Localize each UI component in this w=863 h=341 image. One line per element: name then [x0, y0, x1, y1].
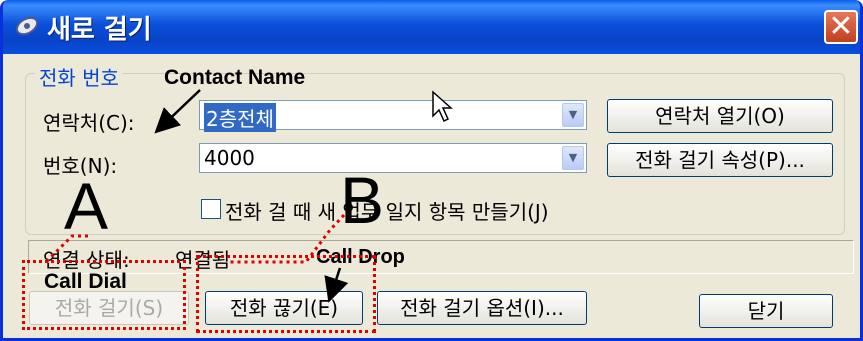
- call-drop-highlight: [196, 255, 376, 333]
- window-title: 새로 걸기: [47, 15, 152, 45]
- close-button[interactable]: 닫기: [699, 294, 833, 328]
- dialing-options-button[interactable]: 전화 걸기 옵션(I)...: [377, 291, 587, 325]
- annotation-letter-b: B: [340, 163, 385, 237]
- journal-checkbox-label: 전화 걸 때 새 업무 일지 항목 만들기(J): [225, 200, 549, 224]
- call-dial-highlight: [22, 260, 186, 330]
- call-properties-button[interactable]: 전화 걸기 속성(P)...: [607, 143, 833, 177]
- close-window-button[interactable]: ✕: [824, 10, 858, 44]
- contact-value: 2층전체: [204, 103, 276, 132]
- annotation-letter-a: A: [64, 169, 109, 243]
- title-bar[interactable]: 새로 걸기 ✕: [3, 0, 860, 54]
- contact-label: 연락처(C):: [43, 111, 135, 135]
- phone-dial-icon: [15, 16, 39, 36]
- contact-combobox[interactable]: 2층전체 ▼: [199, 100, 587, 132]
- contact-name-annotation: Contact Name: [164, 66, 306, 89]
- number-dropdown-button[interactable]: ▼: [562, 146, 584, 170]
- chevron-down-icon: ▼: [568, 151, 578, 164]
- journal-checkbox[interactable]: [201, 199, 221, 219]
- close-icon: ✕: [828, 9, 854, 44]
- contact-dropdown-button[interactable]: ▼: [562, 103, 584, 127]
- open-contact-button[interactable]: 연락처 열기(O): [607, 99, 833, 133]
- number-combobox[interactable]: 4000 ▼: [199, 143, 587, 173]
- phone-number-group-legend: 전화 번호: [35, 62, 123, 91]
- chevron-down-icon: ▼: [568, 108, 578, 121]
- number-value: 4000: [204, 146, 255, 170]
